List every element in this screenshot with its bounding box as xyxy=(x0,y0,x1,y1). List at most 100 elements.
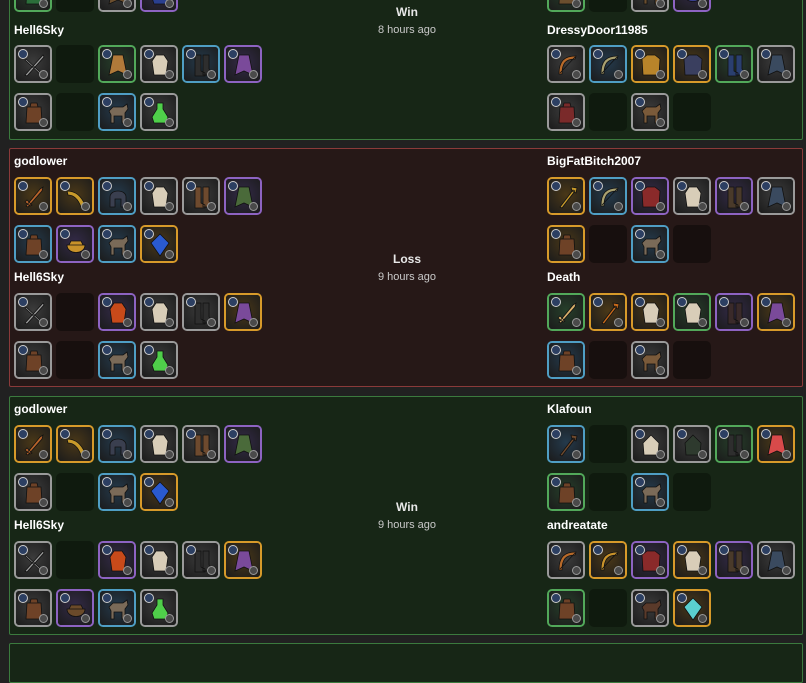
player-name[interactable]: Death xyxy=(547,270,580,284)
player-name[interactable]: godlower xyxy=(14,402,67,416)
item-slot[interactable] xyxy=(140,589,178,627)
item-slot[interactable] xyxy=(140,45,178,83)
item-slot[interactable] xyxy=(140,0,178,12)
player-name[interactable]: andreatate xyxy=(547,518,608,532)
item-slot[interactable] xyxy=(14,293,52,331)
item-slot[interactable] xyxy=(14,45,52,83)
item-slot[interactable] xyxy=(631,0,669,12)
item-slot[interactable] xyxy=(14,225,52,263)
item-slot[interactable] xyxy=(673,45,711,83)
item-slot[interactable] xyxy=(56,225,94,263)
item-slot[interactable] xyxy=(224,541,262,579)
item-slot[interactable] xyxy=(757,177,795,215)
item-slot[interactable] xyxy=(673,541,711,579)
item-slot[interactable] xyxy=(56,589,94,627)
item-slot[interactable] xyxy=(224,293,262,331)
item-slot[interactable] xyxy=(182,177,220,215)
item-slot[interactable] xyxy=(631,473,669,511)
match-card[interactable] xyxy=(9,643,803,683)
item-slot[interactable] xyxy=(98,225,136,263)
item-slot[interactable] xyxy=(631,45,669,83)
item-slot[interactable] xyxy=(589,541,627,579)
item-slot[interactable] xyxy=(589,293,627,331)
item-slot[interactable] xyxy=(140,341,178,379)
item-slot[interactable] xyxy=(547,425,585,463)
item-slot[interactable] xyxy=(98,473,136,511)
item-slot[interactable] xyxy=(224,45,262,83)
item-slot[interactable] xyxy=(631,225,669,263)
item-slot[interactable] xyxy=(673,589,711,627)
item-slot[interactable] xyxy=(715,177,753,215)
item-slot[interactable] xyxy=(14,93,52,131)
item-slot[interactable] xyxy=(182,293,220,331)
player-name[interactable]: Hell6Sky xyxy=(14,518,64,532)
item-slot[interactable] xyxy=(547,225,585,263)
item-slot[interactable] xyxy=(56,177,94,215)
item-slot[interactable] xyxy=(547,0,585,12)
item-slot[interactable] xyxy=(98,177,136,215)
item-slot[interactable] xyxy=(140,93,178,131)
match-card[interactable]: Win 8 hours ago Hell6Sky DressyDoor11985 xyxy=(9,0,803,140)
item-slot[interactable] xyxy=(98,0,136,12)
item-slot[interactable] xyxy=(547,541,585,579)
item-slot[interactable] xyxy=(547,93,585,131)
item-slot[interactable] xyxy=(757,293,795,331)
item-slot[interactable] xyxy=(140,425,178,463)
item-slot[interactable] xyxy=(673,0,711,12)
player-name[interactable]: DressyDoor11985 xyxy=(547,23,648,37)
item-slot[interactable] xyxy=(631,589,669,627)
item-slot[interactable] xyxy=(14,425,52,463)
player-name[interactable]: Klafoun xyxy=(547,402,592,416)
item-slot[interactable] xyxy=(140,177,178,215)
item-slot[interactable] xyxy=(631,177,669,215)
item-slot[interactable] xyxy=(98,293,136,331)
item-slot[interactable] xyxy=(715,425,753,463)
player-name[interactable]: Hell6Sky xyxy=(14,23,64,37)
item-slot[interactable] xyxy=(14,0,52,12)
item-slot[interactable] xyxy=(547,45,585,83)
item-slot[interactable] xyxy=(589,177,627,215)
player-name[interactable]: Hell6Sky xyxy=(14,270,64,284)
item-slot[interactable] xyxy=(14,341,52,379)
item-slot[interactable] xyxy=(631,425,669,463)
item-slot[interactable] xyxy=(631,293,669,331)
item-slot[interactable] xyxy=(673,425,711,463)
player-name[interactable]: BigFatBitch2007 xyxy=(547,154,641,168)
item-slot[interactable] xyxy=(547,473,585,511)
item-slot[interactable] xyxy=(589,45,627,83)
item-slot[interactable] xyxy=(98,341,136,379)
item-slot[interactable] xyxy=(757,425,795,463)
item-slot[interactable] xyxy=(715,293,753,331)
item-slot[interactable] xyxy=(547,589,585,627)
item-slot[interactable] xyxy=(140,293,178,331)
item-slot[interactable] xyxy=(98,541,136,579)
item-slot[interactable] xyxy=(631,93,669,131)
item-slot[interactable] xyxy=(757,45,795,83)
match-card[interactable]: Loss 9 hours ago godlower Hell6Sky BigFa… xyxy=(9,148,803,387)
item-slot[interactable] xyxy=(224,177,262,215)
item-slot[interactable] xyxy=(98,425,136,463)
item-slot[interactable] xyxy=(547,341,585,379)
item-slot[interactable] xyxy=(673,177,711,215)
item-slot[interactable] xyxy=(224,425,262,463)
item-slot[interactable] xyxy=(98,45,136,83)
item-slot[interactable] xyxy=(715,45,753,83)
item-slot[interactable] xyxy=(715,541,753,579)
item-slot[interactable] xyxy=(56,425,94,463)
player-name[interactable]: godlower xyxy=(14,154,67,168)
item-slot[interactable] xyxy=(14,473,52,511)
item-slot[interactable] xyxy=(182,425,220,463)
item-slot[interactable] xyxy=(182,45,220,83)
item-slot[interactable] xyxy=(631,541,669,579)
item-slot[interactable] xyxy=(547,293,585,331)
match-card[interactable]: Win 9 hours ago godlower Hell6Sky Klafou… xyxy=(9,396,803,635)
item-slot[interactable] xyxy=(98,589,136,627)
item-slot[interactable] xyxy=(182,541,220,579)
item-slot[interactable] xyxy=(547,177,585,215)
item-slot[interactable] xyxy=(140,225,178,263)
item-slot[interactable] xyxy=(14,177,52,215)
item-slot[interactable] xyxy=(98,93,136,131)
item-slot[interactable] xyxy=(14,541,52,579)
item-slot[interactable] xyxy=(631,341,669,379)
item-slot[interactable] xyxy=(140,541,178,579)
